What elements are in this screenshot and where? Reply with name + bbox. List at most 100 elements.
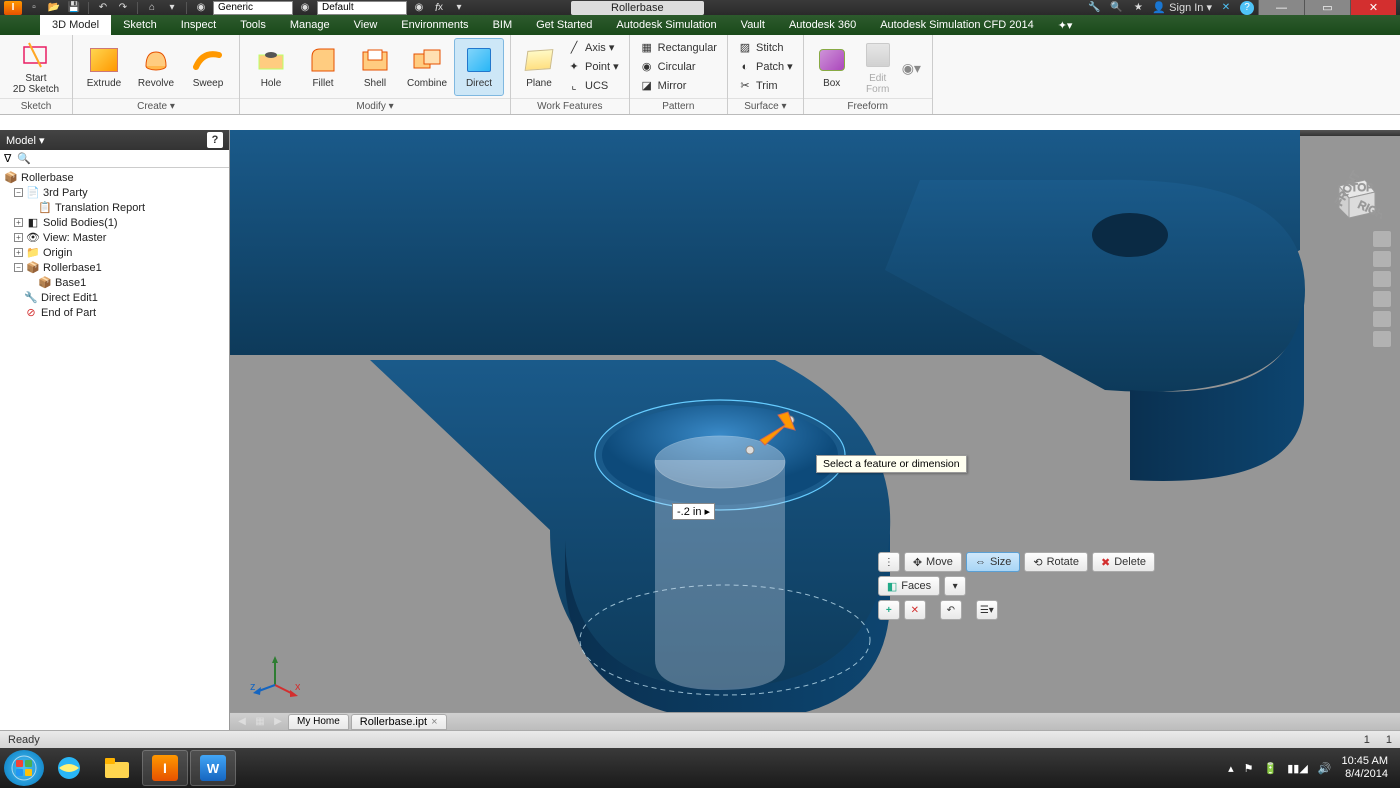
start-button[interactable] bbox=[4, 750, 44, 786]
freeform-more-icon[interactable]: ◉▾ bbox=[902, 60, 921, 77]
doctab-back-icon[interactable]: ◀ bbox=[234, 715, 250, 729]
tray-clock[interactable]: 10:45 AM 8/4/2014 bbox=[1342, 755, 1388, 781]
axis-button[interactable]: ╱Axis ▾ bbox=[563, 39, 623, 57]
dimension-input[interactable]: -.2 in▸ bbox=[672, 503, 715, 520]
shell-button[interactable]: Shell bbox=[350, 38, 400, 96]
filter-icon[interactable]: ∇ bbox=[4, 152, 11, 165]
expand-icon[interactable]: + bbox=[14, 233, 23, 242]
tree-endofpart[interactable]: ⊘End of Part bbox=[4, 305, 225, 320]
rotate-button[interactable]: ⟲Rotate bbox=[1024, 552, 1088, 572]
tab-view[interactable]: View bbox=[342, 15, 390, 35]
doctab-fwd-icon[interactable]: ▶ bbox=[270, 715, 286, 729]
material-icon[interactable]: ◉ bbox=[193, 1, 209, 15]
tree-base1[interactable]: 📦Base1 bbox=[4, 275, 225, 290]
rectangular-pattern-button[interactable]: ▦Rectangular bbox=[636, 39, 721, 57]
home-icon[interactable]: ⌂ bbox=[144, 1, 160, 15]
ucs-button[interactable]: ⌞UCS bbox=[563, 77, 623, 95]
size-button[interactable]: ⇔Size bbox=[966, 552, 1020, 572]
app-icon[interactable]: I bbox=[4, 1, 22, 15]
tray-power-icon[interactable]: 🔋 bbox=[1264, 762, 1278, 775]
browser-help-icon[interactable]: ? bbox=[207, 132, 223, 148]
tab-tools[interactable]: Tools bbox=[228, 15, 278, 35]
tab-bim[interactable]: BIM bbox=[481, 15, 525, 35]
tab-get-started[interactable]: Get Started bbox=[524, 15, 604, 35]
tree-3rdparty[interactable]: −📄3rd Party bbox=[4, 185, 225, 200]
direct-button[interactable]: Direct bbox=[454, 38, 504, 96]
tab-environments[interactable]: Environments bbox=[389, 15, 480, 35]
box-button[interactable]: Box bbox=[810, 38, 854, 96]
doctab-file[interactable]: Rollerbase.ipt× bbox=[351, 714, 447, 730]
edit-form-button[interactable]: Edit Form bbox=[856, 38, 900, 96]
nav-lookat-button[interactable] bbox=[1372, 310, 1392, 328]
tree-root[interactable]: 📦Rollerbase bbox=[4, 170, 225, 185]
help-icon[interactable]: ? bbox=[1240, 1, 1254, 15]
tree-solidbodies[interactable]: +◧Solid Bodies(1) bbox=[4, 215, 225, 230]
minimize-button[interactable]: — bbox=[1258, 0, 1304, 15]
sweep-button[interactable]: Sweep bbox=[183, 38, 233, 96]
taskbar-word[interactable]: W bbox=[190, 750, 236, 786]
save-icon[interactable]: 💾 bbox=[66, 1, 82, 15]
appearance-icon[interactable]: ◉ bbox=[297, 1, 313, 15]
revolve-button[interactable]: Revolve bbox=[131, 38, 181, 96]
tree-origin[interactable]: +📁Origin bbox=[4, 245, 225, 260]
close-button[interactable]: ✕ bbox=[1350, 0, 1396, 15]
add-button[interactable]: + bbox=[878, 600, 900, 620]
find-icon[interactable]: 🔍 bbox=[17, 152, 31, 165]
undo-icon[interactable]: ↶ bbox=[95, 1, 111, 15]
undo-mini-button[interactable]: ↶ bbox=[940, 600, 962, 620]
select-icon[interactable]: ▾ bbox=[164, 1, 180, 15]
open-icon[interactable]: 📂 bbox=[46, 1, 62, 15]
tab-simulation-cfd[interactable]: Autodesk Simulation CFD 2014 bbox=[868, 15, 1045, 35]
params-icon[interactable]: ▾ bbox=[451, 1, 467, 15]
expand-icon[interactable]: + bbox=[14, 218, 23, 227]
tree-transrep[interactable]: 📋Translation Report bbox=[4, 200, 225, 215]
expand-icon[interactable]: + bbox=[14, 248, 23, 257]
extrude-button[interactable]: Extrude bbox=[79, 38, 129, 96]
tray-volume-icon[interactable]: 🔊 bbox=[1318, 762, 1332, 775]
grip-icon[interactable]: ⋮ bbox=[878, 552, 900, 572]
circular-pattern-button[interactable]: ◉Circular bbox=[636, 58, 721, 76]
view-cube[interactable]: TOP FRONT RIGHT bbox=[1327, 168, 1382, 223]
taskbar-explorer[interactable] bbox=[94, 750, 140, 786]
tab-vault[interactable]: Vault bbox=[729, 15, 777, 35]
doctab-home[interactable]: My Home bbox=[288, 714, 349, 730]
tab-autodesk-simulation[interactable]: Autodesk Simulation bbox=[604, 15, 728, 35]
start-2d-sketch-button[interactable]: Start 2D Sketch bbox=[6, 38, 66, 96]
point-button[interactable]: ✦Point ▾ bbox=[563, 58, 623, 76]
delete-button[interactable]: ✖Delete bbox=[1092, 552, 1155, 572]
plane-button[interactable]: Plane bbox=[517, 38, 561, 96]
graphics-canvas[interactable]: -.2 in▸ Select a feature or dimension ⋮ … bbox=[230, 130, 1400, 730]
appearance-combo[interactable]: Default bbox=[317, 1, 407, 15]
taskbar-ie[interactable] bbox=[46, 750, 92, 786]
combine-button[interactable]: Combine bbox=[402, 38, 452, 96]
tray-up-icon[interactable]: ▴ bbox=[1228, 762, 1234, 775]
search-icon[interactable]: 🔧 bbox=[1086, 1, 1102, 15]
browser-header[interactable]: Model ▾ ? bbox=[0, 130, 229, 150]
fillet-button[interactable]: Fillet bbox=[298, 38, 348, 96]
hole-button[interactable]: Hole bbox=[246, 38, 296, 96]
star-icon[interactable]: ★ bbox=[1130, 1, 1146, 15]
exchange-icon[interactable]: ✕ bbox=[1218, 1, 1234, 15]
collapse-icon[interactable]: − bbox=[14, 263, 23, 272]
move-button[interactable]: ✥Move bbox=[904, 552, 962, 572]
tab-autodesk-360[interactable]: Autodesk 360 bbox=[777, 15, 868, 35]
tab-manage[interactable]: Manage bbox=[278, 15, 342, 35]
tab-3d-model[interactable]: 3D Model bbox=[40, 15, 111, 35]
faces-button[interactable]: ◧Faces bbox=[878, 576, 940, 596]
color-icon[interactable]: ◉ bbox=[411, 1, 427, 15]
nav-pan-button[interactable] bbox=[1372, 250, 1392, 268]
doctab-close-icon[interactable]: × bbox=[431, 716, 437, 728]
stepper-icon[interactable]: ▸ bbox=[704, 505, 710, 518]
redo-icon[interactable]: ↷ bbox=[115, 1, 131, 15]
fx-icon[interactable]: fx bbox=[431, 1, 447, 15]
trim-button[interactable]: ✂Trim bbox=[734, 77, 797, 95]
tray-network-icon[interactable]: ▮▮◢ bbox=[1287, 762, 1308, 775]
material-combo[interactable]: Generic bbox=[213, 1, 293, 15]
tree-rollerbase1[interactable]: −📦Rollerbase1 bbox=[4, 260, 225, 275]
tab-end-icon[interactable]: ✦▾ bbox=[1046, 15, 1085, 35]
nav-more-button[interactable] bbox=[1372, 330, 1392, 348]
new-icon[interactable]: ▫ bbox=[26, 1, 42, 15]
taskbar-inventor[interactable]: I bbox=[142, 750, 188, 786]
patch-button[interactable]: ◐Patch ▾ bbox=[734, 58, 797, 76]
doctab-grid-icon[interactable]: ▦ bbox=[252, 715, 268, 729]
